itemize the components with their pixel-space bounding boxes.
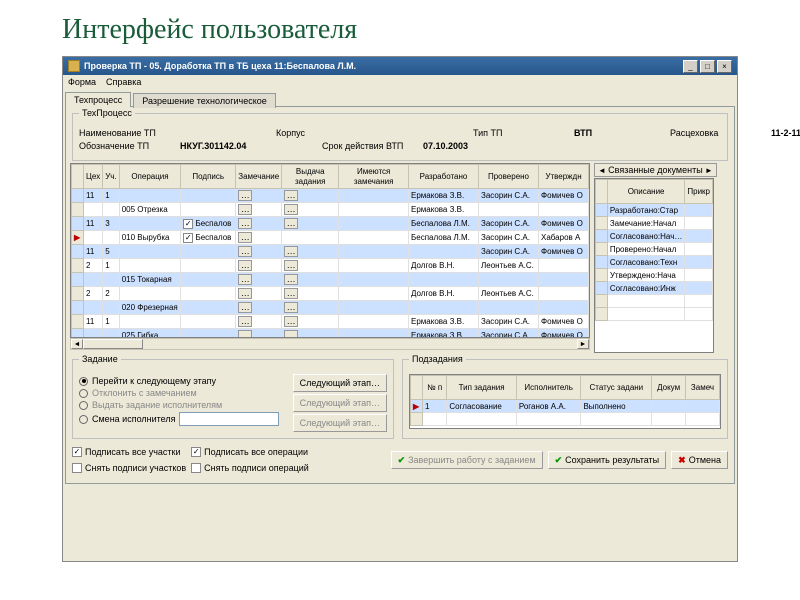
srok-value: 07.10.2003 [423,141,513,151]
tab-strip: Техпроцесс Разрешение технологическое [65,91,735,106]
tab-resolution[interactable]: Разрешение технологическое [133,93,276,108]
close-button[interactable]: × [717,60,732,73]
obz-value: НКУГ.301142.04 [180,141,270,151]
unsign-sections[interactable]: Снять подписи участков [72,463,186,473]
next-stage-btn-1[interactable]: Следующий этап… [293,374,387,392]
obz-label: Обозначение ТП [79,141,174,151]
operations-grid[interactable]: ЦехУч.ОперацияПодписьЗамечаниеВыдача зад… [70,163,590,338]
maximize-button[interactable]: □ [700,60,715,73]
next-stage-btn-2[interactable]: Следующий этап… [293,394,387,412]
corp-label: Корпус [276,128,371,138]
rasc-value: 11-2-11-79-4 [771,128,800,138]
task-group: Задание Перейти к следующему этапу Откло… [72,359,394,439]
name-label: Наименование ТП [79,128,174,138]
h-scrollbar[interactable]: ◄► [70,338,590,350]
finish-task-button[interactable]: ✔Завершить работу с заданием [391,451,543,469]
executor-input[interactable] [179,412,279,426]
window-title: Проверка ТП - 05. Доработка ТП в ТБ цеха… [84,61,681,71]
radio-next-stage[interactable]: Перейти к следующему этапу [79,376,287,386]
app-window: Проверка ТП - 05. Доработка ТП в ТБ цеха… [62,56,738,562]
radio-change-exec[interactable]: Смена исполнителя [79,412,287,426]
subtasks-group: Подзадания № пТип заданияИсполнительСтат… [402,359,728,439]
rasc-label: Расцеховка [670,128,765,138]
type-value: ВТП [574,128,664,138]
save-button[interactable]: ✔Сохранить результаты [548,451,667,469]
menu-form[interactable]: Форма [68,77,96,87]
linked-docs-grid[interactable]: ОписаниеПрикрРазработано:СтарЗамечание:Н… [594,178,714,353]
menu-help[interactable]: Справка [106,77,141,87]
app-icon [68,60,80,72]
linked-docs-title: ◄ Связанные документы ► [594,163,717,177]
radio-assign[interactable]: Выдать задание исполнителям [79,400,287,410]
cancel-button[interactable]: ✖Отмена [671,451,728,469]
next-stage-btn-3[interactable]: Следующий этап… [293,414,387,432]
srok-label: Срок действия ВТП [322,141,417,151]
slide-title: Интерфейс пользователя [0,0,800,56]
minimize-button[interactable]: _ [683,60,698,73]
sign-all-sections[interactable]: ✓Подписать все участки [72,447,186,457]
titlebar: Проверка ТП - 05. Доработка ТП в ТБ цеха… [63,57,737,75]
sign-all-ops[interactable]: ✓Подписать все операции [191,447,309,457]
radio-reject[interactable]: Отклонить с замечанием [79,388,287,398]
techprocess-group: ТехПроцесс Наименование ТП Корпус Тип ТП… [72,113,728,161]
action-bar: ✓Подписать все участки Снять подписи уча… [72,445,728,475]
menubar: Форма Справка [63,75,737,89]
tab-techprocess[interactable]: Техпроцесс [65,92,131,107]
subtasks-grid[interactable]: № пТип заданияИсполнительСтатус заданиДо… [409,374,721,429]
main-panel: ТехПроцесс Наименование ТП Корпус Тип ТП… [65,106,735,484]
type-label: Тип ТП [473,128,568,138]
unsign-ops[interactable]: Снять подписи операций [191,463,309,473]
